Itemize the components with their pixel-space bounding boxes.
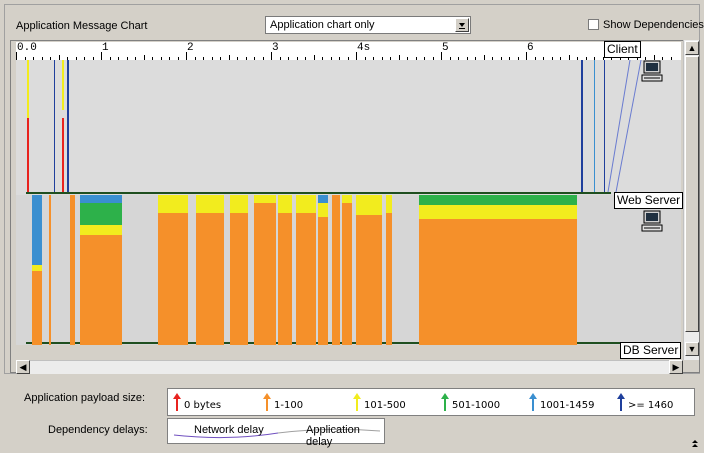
scroll-right-icon[interactable]: ▶ xyxy=(669,360,683,374)
network-delay-label: Network delay xyxy=(194,424,264,436)
server-lane xyxy=(16,195,681,345)
computer-icon xyxy=(641,60,663,82)
message-bar xyxy=(278,213,292,345)
message-bar xyxy=(230,213,248,345)
time-tick-label: 3 xyxy=(272,42,279,54)
scroll-up-icon[interactable]: ▲ xyxy=(685,41,699,55)
payload-legend-item: 101-500 xyxy=(352,389,406,415)
arrow-up-icon xyxy=(617,393,625,411)
time-tick-label: 6 xyxy=(527,42,534,54)
payload-legend-item: >= 1460 xyxy=(616,389,673,415)
message-bar xyxy=(318,217,328,345)
horizontal-scrollbar[interactable]: ◀ ▶ xyxy=(16,360,683,374)
client-lane xyxy=(16,60,681,195)
show-dependencies-checkbox[interactable] xyxy=(588,19,599,30)
time-tick xyxy=(526,52,527,60)
vertical-scrollbar[interactable]: ▲ ▼ xyxy=(683,40,699,360)
time-tick-label: 2 xyxy=(187,42,194,54)
arrow-up-icon xyxy=(441,393,449,411)
message-bar xyxy=(254,203,276,345)
message-bar xyxy=(80,225,122,235)
dependency-delays-label: Dependency delays: xyxy=(48,424,148,436)
dropdown-arrow-icon[interactable] xyxy=(455,18,469,32)
message-bar xyxy=(419,205,577,219)
payload-size-label: Application payload size: xyxy=(24,392,146,404)
message-bar xyxy=(70,195,75,345)
payload-legend-label: >= 1460 xyxy=(628,399,674,411)
time-ruler: 0.01234s567 xyxy=(16,42,681,61)
message-bar xyxy=(49,195,51,345)
payload-legend-label: 1001-1459 xyxy=(540,399,595,411)
time-tick xyxy=(16,52,17,60)
vertical-scroll-thumb[interactable] xyxy=(685,56,699,332)
message-bar xyxy=(32,195,42,265)
tier-label-web-server: Web Server xyxy=(614,192,684,209)
message-bar xyxy=(386,213,392,345)
arrow-up-icon xyxy=(173,393,181,411)
payload-legend-item: 501-1000 xyxy=(440,389,500,415)
arrow-up-icon xyxy=(263,393,271,411)
time-tick xyxy=(101,52,102,60)
chart-title: Application Message Chart xyxy=(16,20,148,32)
view-select-dropdown[interactable]: Application chart only xyxy=(265,16,471,34)
time-tick xyxy=(441,52,442,60)
dependency-lines xyxy=(607,60,642,193)
message-bar xyxy=(32,271,42,345)
time-tick xyxy=(271,52,272,60)
message-bar xyxy=(356,195,382,215)
message-bar xyxy=(80,195,122,203)
message-bar xyxy=(230,195,248,213)
view-select-value: Application chart only xyxy=(270,19,375,31)
message-bar xyxy=(278,195,292,213)
scroll-down-icon[interactable]: ▼ xyxy=(685,342,699,356)
message-bar xyxy=(332,195,340,345)
payload-legend-label: 1-100 xyxy=(274,399,304,411)
show-dependencies-label: Show Dependencies xyxy=(603,19,704,31)
message-bar xyxy=(318,203,328,217)
time-tick-label: 4s xyxy=(357,42,371,54)
message-bar xyxy=(158,213,188,345)
message-bar xyxy=(356,215,382,345)
message-bar xyxy=(419,195,577,205)
tier-label-db-server: DB Server xyxy=(620,342,682,359)
time-tick xyxy=(186,52,187,60)
message-bar xyxy=(158,195,188,213)
message-bar xyxy=(254,195,276,203)
arrow-up-icon xyxy=(353,393,361,411)
message-bar xyxy=(296,195,316,213)
arrow-up-icon xyxy=(529,393,537,411)
message-bar xyxy=(419,219,577,345)
message-bar xyxy=(342,203,352,345)
payload-legend-item: 1001-1459 xyxy=(528,389,595,415)
message-bar xyxy=(386,195,392,213)
application-delay-label: Application delay xyxy=(306,424,360,448)
collapse-icon[interactable] xyxy=(690,437,700,449)
payload-size-legend: 0 bytes 1-100 101-500 501-1000 1001-1459 >= 1… xyxy=(167,388,695,416)
computer-icon xyxy=(641,210,663,232)
time-tick-label: 5 xyxy=(442,42,449,54)
dependency-delays-legend: Network delay Application delay xyxy=(167,418,385,448)
scroll-left-icon[interactable]: ◀ xyxy=(16,360,30,374)
time-tick xyxy=(356,52,357,60)
payload-legend-item: 0 bytes xyxy=(172,389,221,415)
payload-legend-item: 1-100 xyxy=(262,389,303,415)
payload-legend-label: 0 bytes xyxy=(184,399,222,411)
message-bar xyxy=(196,195,224,213)
message-bar xyxy=(196,213,224,345)
message-bar xyxy=(80,235,122,345)
payload-legend-label: 501-1000 xyxy=(452,399,501,411)
message-bar xyxy=(342,195,352,203)
message-bar xyxy=(80,203,122,225)
tier-label-client: Client xyxy=(604,41,641,58)
time-tick-label: 1 xyxy=(102,42,109,54)
message-bar xyxy=(296,213,316,345)
time-tick-label: 0.0 xyxy=(17,42,37,54)
payload-legend-label: 101-500 xyxy=(364,399,406,411)
message-bar xyxy=(318,195,328,203)
